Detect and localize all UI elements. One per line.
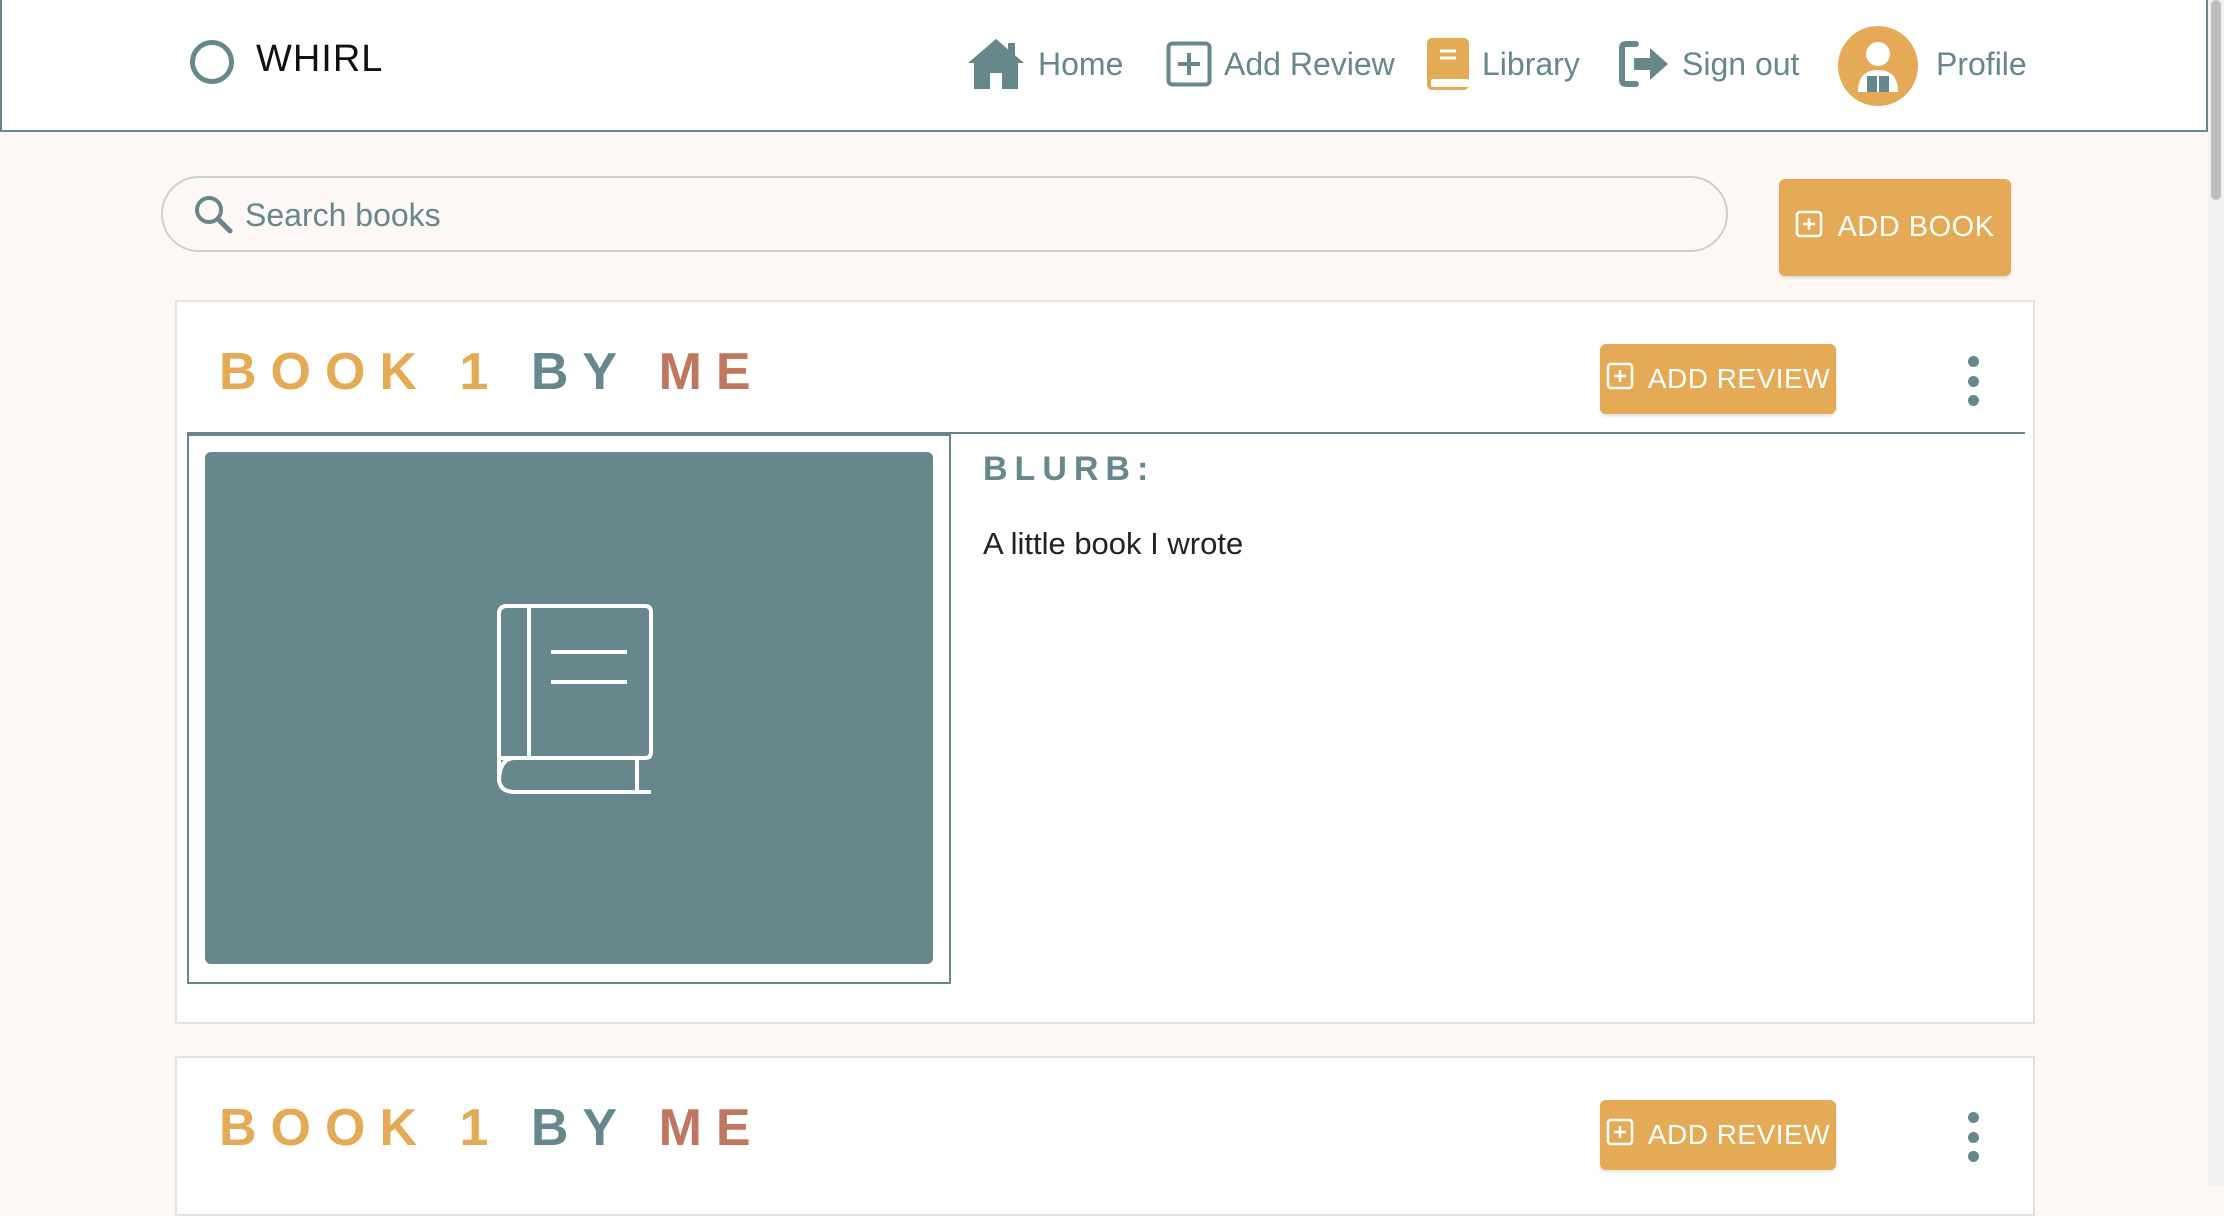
add-review-button[interactable]: ADD REVIEW bbox=[1600, 1100, 1836, 1170]
plus-square-icon bbox=[1166, 41, 1212, 87]
nav-profile-label: Profile bbox=[1936, 45, 2027, 82]
nav-sign-out[interactable]: Sign out bbox=[1618, 34, 1799, 94]
nav-add-review[interactable]: Add Review bbox=[1166, 34, 1395, 94]
plus-square-icon bbox=[1795, 210, 1823, 246]
sign-out-icon bbox=[1618, 40, 1670, 88]
search-icon bbox=[193, 194, 233, 239]
book-outline-icon bbox=[485, 602, 655, 803]
nav-sign-out-label: Sign out bbox=[1682, 45, 1800, 82]
book-icon bbox=[1426, 37, 1470, 91]
book-title-name: BOOK 1 bbox=[219, 1099, 503, 1157]
search-bar[interactable] bbox=[161, 176, 1728, 252]
top-navbar: WHIRL Home Add Review Library Sign out P… bbox=[0, 0, 2208, 132]
blurb-label: BLURB: bbox=[983, 450, 1156, 488]
book-card: BOOK 1 BY ME ADD REVIEW bbox=[175, 1056, 2035, 1216]
scrollbar-thumb[interactable] bbox=[2211, 0, 2221, 200]
home-icon bbox=[966, 37, 1026, 91]
plus-square-icon bbox=[1606, 1118, 1634, 1153]
circle-ring-icon bbox=[190, 40, 234, 84]
kebab-menu-icon[interactable] bbox=[1963, 1112, 1983, 1162]
book-title[interactable]: BOOK 1 BY ME bbox=[219, 342, 765, 402]
add-review-label: ADD REVIEW bbox=[1647, 363, 1831, 394]
book-cover[interactable] bbox=[205, 452, 933, 964]
add-book-label: ADD BOOK bbox=[1837, 211, 1995, 243]
brand-logo[interactable]: WHIRL bbox=[256, 38, 383, 81]
user-avatar-icon[interactable] bbox=[1838, 26, 1918, 106]
nav-library[interactable]: Library bbox=[1426, 34, 1580, 94]
add-review-label: ADD REVIEW bbox=[1647, 1119, 1831, 1150]
nav-home[interactable]: Home bbox=[966, 34, 1123, 94]
book-cover-frame bbox=[187, 434, 951, 984]
add-book-button[interactable]: ADD BOOK bbox=[1779, 179, 2011, 276]
search-input[interactable] bbox=[243, 188, 1687, 242]
nav-home-label: Home bbox=[1038, 45, 1124, 82]
book-title[interactable]: BOOK 1 BY ME bbox=[219, 1098, 765, 1158]
plus-square-icon bbox=[1606, 362, 1634, 397]
book-title-by: BY bbox=[530, 343, 631, 401]
add-review-button[interactable]: ADD REVIEW bbox=[1600, 344, 1836, 414]
book-title-by: BY bbox=[530, 1099, 631, 1157]
kebab-menu-icon[interactable] bbox=[1963, 356, 1983, 406]
book-title-author: ME bbox=[658, 343, 765, 401]
nav-add-review-label: Add Review bbox=[1224, 45, 1395, 82]
book-title-author: ME bbox=[658, 1099, 765, 1157]
nav-library-label: Library bbox=[1482, 45, 1580, 82]
nav-profile[interactable]: Profile bbox=[1936, 34, 2027, 94]
blurb-text: A little book I wrote bbox=[983, 526, 1244, 561]
book-title-name: BOOK 1 bbox=[219, 343, 503, 401]
book-card: BOOK 1 BY ME ADD REVIEW bbox=[175, 300, 2035, 1024]
